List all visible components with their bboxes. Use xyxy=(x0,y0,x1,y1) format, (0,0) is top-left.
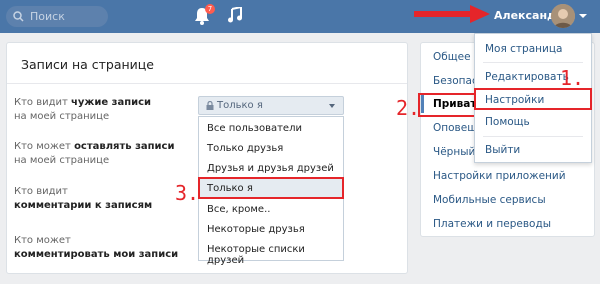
highlight-settings xyxy=(474,88,592,110)
option-all-except[interactable]: Все, кроме.. xyxy=(207,204,270,215)
option-some-friends[interactable]: Некоторые друзья xyxy=(207,224,305,235)
option-friends-only[interactable]: Только друзья xyxy=(207,143,283,154)
search-icon xyxy=(13,11,24,22)
privacy-select[interactable]: Только я xyxy=(198,96,344,115)
highlight-only-me xyxy=(198,177,344,199)
menu-item-edit[interactable]: Редактировать xyxy=(485,71,569,83)
row-label-comment-posts: Кто может комментировать мои записи xyxy=(14,235,179,260)
option-some-friend-lists[interactable]: Некоторые списки друзей xyxy=(207,244,343,266)
search-placeholder: Поиск xyxy=(30,10,65,23)
annotation-step-1: 1. xyxy=(560,66,585,90)
highlight-privacy xyxy=(418,93,474,117)
divider xyxy=(7,83,407,84)
menu-item-my-page[interactable]: Моя страница xyxy=(485,43,562,55)
menu-item-help[interactable]: Помощь xyxy=(485,116,530,128)
row-label-see-comments: Кто видит комментарии к записям xyxy=(14,186,153,211)
row-label-others-posts: Кто видит чужие записи на моей странице xyxy=(14,97,152,122)
avatar-image xyxy=(551,4,575,28)
row-label-leave-posts: Кто может оставлять записи на моей стран… xyxy=(14,141,175,166)
avatar[interactable] xyxy=(551,4,575,28)
arrow-annotation-icon xyxy=(414,5,490,23)
annotation-step-3: 3. xyxy=(175,181,200,205)
card-title: Записи на странице xyxy=(21,57,154,72)
lock-icon xyxy=(206,101,214,110)
notification-badge: 7 xyxy=(205,4,215,14)
option-friends-of-friends[interactable]: Друзья и друзья друзей xyxy=(207,163,334,174)
option-all-users[interactable]: Все пользователи xyxy=(207,123,302,134)
nav-item-payments[interactable]: Платежи и переводы xyxy=(433,218,551,230)
select-value: Только я xyxy=(217,100,263,111)
divider xyxy=(483,136,583,137)
chevron-down-icon[interactable] xyxy=(579,14,587,18)
music-icon[interactable] xyxy=(228,7,242,23)
nav-item-general[interactable]: Общее xyxy=(433,51,471,63)
top-bar: Поиск 7 Александр xyxy=(0,0,600,33)
annotation-step-2: 2. xyxy=(396,96,421,120)
menu-item-logout[interactable]: Выйти xyxy=(485,144,520,156)
nav-item-app-settings[interactable]: Настройки приложений xyxy=(433,170,566,182)
nav-item-mobile[interactable]: Мобильные сервисы xyxy=(433,194,546,206)
chevron-down-icon xyxy=(329,104,335,108)
divider xyxy=(483,62,583,63)
search-input[interactable]: Поиск xyxy=(6,6,108,27)
